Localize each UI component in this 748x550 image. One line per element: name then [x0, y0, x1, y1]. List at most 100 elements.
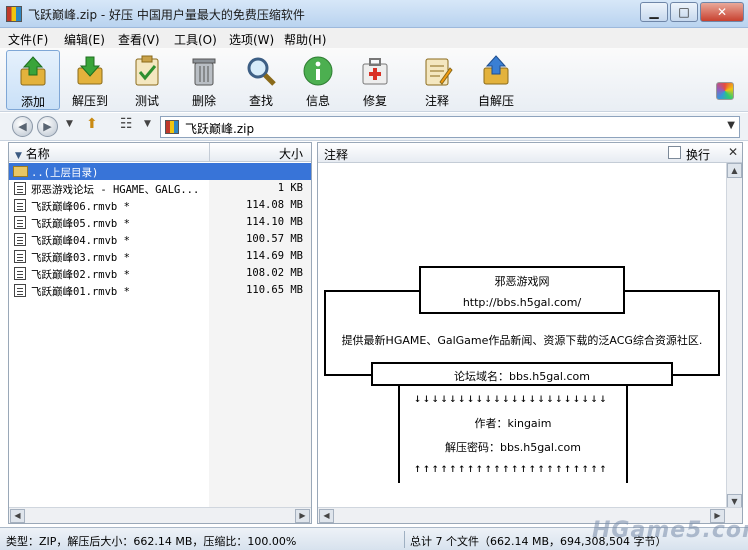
zip-file-icon	[165, 120, 179, 134]
menu-file[interactable]: 文件(F)	[8, 31, 48, 48]
up-arrow-row: ↑↑↑↑↑↑↑↑↑↑↑↑↑↑↑↑↑↑↑↑↑↑	[414, 461, 609, 475]
forward-button[interactable]: ▶	[37, 116, 58, 137]
column-size[interactable]: 大小	[209, 143, 311, 162]
extract-button[interactable]: 解压到	[63, 50, 117, 110]
extract-label: 解压到	[71, 94, 108, 108]
down-arrow-row: ↓↓↓↓↓↓↓↓↓↓↓↓↓↓↓↓↓↓↓↓↓↓	[414, 391, 609, 405]
scroll-left-icon[interactable]: ◀	[319, 509, 334, 523]
sort-arrow-icon: ▼	[15, 151, 22, 161]
file-name: 飞跃巅峰01.rmvb *	[31, 286, 130, 298]
forum-domain: 论坛域名：bbs.h5gal.com	[454, 370, 590, 383]
file-size: 110.65 MB	[246, 284, 303, 296]
title-bar: 飞跃巅峰.zip - 好压 中国用户量最大的免费压缩软件 ▁ □ ✕	[0, 0, 748, 28]
minimize-button[interactable]: ▁	[640, 2, 668, 22]
video-file-icon	[14, 284, 26, 297]
comment-pane: 注释 换行 ✕ 邪恶游戏网 http://bbs.h5gal.com/ 提供最新…	[317, 142, 743, 524]
file-size: 1 KB	[277, 182, 303, 194]
chevron-down-icon[interactable]: ▼	[727, 120, 735, 131]
comment-label: 注释	[424, 94, 449, 108]
sfx-label: 自解压	[477, 94, 514, 108]
video-file-icon	[14, 233, 26, 246]
test-icon	[135, 55, 159, 86]
maximize-button[interactable]: □	[670, 2, 698, 22]
repair-icon	[362, 58, 388, 85]
find-button[interactable]: 查找	[234, 50, 288, 110]
file-name: 飞跃巅峰02.rmvb *	[31, 269, 130, 281]
test-button[interactable]: 测试	[120, 50, 174, 110]
info-label: 信息	[305, 94, 330, 108]
video-file-icon	[14, 216, 26, 229]
folder-icon	[13, 166, 28, 177]
file-name: ..(上层目录)	[31, 167, 99, 179]
list-header: ▼ 名称 大小	[9, 143, 311, 162]
address-path: 飞跃巅峰.zip	[185, 122, 255, 136]
file-name: 邪恶游戏论坛 - HGAME、GALG...	[31, 184, 200, 196]
repair-label: 修复	[362, 94, 387, 108]
close-comment-icon[interactable]: ✕	[728, 145, 738, 159]
repair-button[interactable]: 修复	[348, 50, 402, 110]
comment-title: 注释	[324, 148, 349, 162]
scroll-left-icon[interactable]: ◀	[10, 509, 25, 523]
table-row[interactable]: 飞跃巅峰03.rmvb * 114.69 MB	[9, 248, 311, 265]
app-icon	[6, 6, 22, 22]
horizontal-scrollbar[interactable]: ◀ ▶	[9, 507, 311, 523]
comment-icon	[425, 58, 453, 86]
back-button[interactable]: ◀	[12, 116, 33, 137]
file-size: 114.69 MB	[246, 250, 303, 262]
column-size-label: 大小	[278, 147, 303, 161]
menu-help[interactable]: 帮助(H)	[284, 31, 326, 48]
menu-bar: 文件(F) 编辑(E) 查看(V) 工具(O) 选项(W) 帮助(H)	[0, 28, 748, 48]
menu-tools[interactable]: 工具(O)	[174, 31, 217, 48]
table-row[interactable]: 飞跃巅峰01.rmvb * 110.65 MB	[9, 282, 311, 299]
up-folder-icon[interactable]: ⬆	[86, 116, 98, 132]
table-row-parent-dir[interactable]: ..(上层目录)	[9, 163, 311, 180]
password-line: 解压密码：bbs.h5gal.com	[445, 441, 581, 454]
video-file-icon	[14, 267, 26, 280]
file-name: 飞跃巅峰04.rmvb *	[31, 235, 130, 247]
test-label: 测试	[134, 94, 159, 108]
video-file-icon	[14, 199, 26, 212]
file-rows: ..(上层目录) 邪恶游戏论坛 - HGAME、GALG... 1 KB 飞跃巅…	[9, 163, 311, 299]
menu-view[interactable]: 查看(V)	[118, 31, 160, 48]
history-dropdown-icon[interactable]: ▼	[66, 119, 73, 129]
column-name[interactable]: ▼ 名称	[15, 145, 50, 162]
comment-button[interactable]: 注释	[410, 50, 464, 110]
view-mode-icon[interactable]: ☷	[120, 116, 133, 132]
delete-label: 删除	[191, 94, 216, 108]
info-icon	[303, 56, 333, 86]
menu-options[interactable]: 选项(W)	[229, 31, 274, 48]
add-button[interactable]: 添加	[6, 50, 60, 110]
delete-button[interactable]: 删除	[177, 50, 231, 110]
status-archive-info: 类型：ZIP，解压后大小：662.14 MB，压缩比：100.00%	[6, 535, 297, 548]
vertical-scrollbar[interactable]: ▲ ▼	[726, 163, 742, 509]
author-line: 作者：kingaim	[474, 417, 552, 430]
file-size: 114.10 MB	[246, 216, 303, 228]
window-title: 飞跃巅峰.zip - 好压 中国用户量最大的免费压缩软件	[28, 8, 305, 22]
theme-color-button[interactable]	[716, 82, 734, 100]
video-file-icon	[14, 250, 26, 263]
add-label: 添加	[20, 95, 45, 109]
table-row[interactable]: 飞跃巅峰02.rmvb * 108.02 MB	[9, 265, 311, 282]
find-label: 查找	[248, 94, 273, 108]
table-row[interactable]: 飞跃巅峰06.rmvb * 114.08 MB	[9, 197, 311, 214]
file-size: 114.08 MB	[246, 199, 303, 211]
scroll-up-icon[interactable]: ▲	[727, 163, 742, 178]
menu-edit[interactable]: 编辑(E)	[64, 31, 105, 48]
find-icon	[247, 57, 276, 86]
address-input[interactable]: 飞跃巅峰.zip ▼	[160, 116, 740, 138]
close-button[interactable]: ✕	[700, 2, 744, 22]
scroll-right-icon[interactable]: ▶	[295, 509, 310, 523]
wrap-label: 换行	[686, 148, 711, 162]
table-row[interactable]: 邪恶游戏论坛 - HGAME、GALG... 1 KB	[9, 180, 311, 197]
table-row[interactable]: 飞跃巅峰05.rmvb * 114.10 MB	[9, 214, 311, 231]
sfx-button[interactable]: 自解压	[469, 50, 523, 110]
wrap-checkbox[interactable]	[668, 146, 681, 159]
file-name: 飞跃巅峰05.rmvb *	[31, 218, 130, 230]
view-dropdown-icon[interactable]: ▼	[144, 119, 151, 129]
watermark: HGame5.com	[592, 518, 748, 543]
info-button[interactable]: 信息	[291, 50, 345, 110]
site-description: 提供最新HGAME、GalGame作品新闻、资源下载的泛ACG综合资源社区.	[341, 334, 703, 347]
sfx-icon	[483, 55, 509, 85]
table-row[interactable]: 飞跃巅峰04.rmvb * 100.57 MB	[9, 231, 311, 248]
site-name: 邪恶游戏网	[494, 275, 550, 288]
